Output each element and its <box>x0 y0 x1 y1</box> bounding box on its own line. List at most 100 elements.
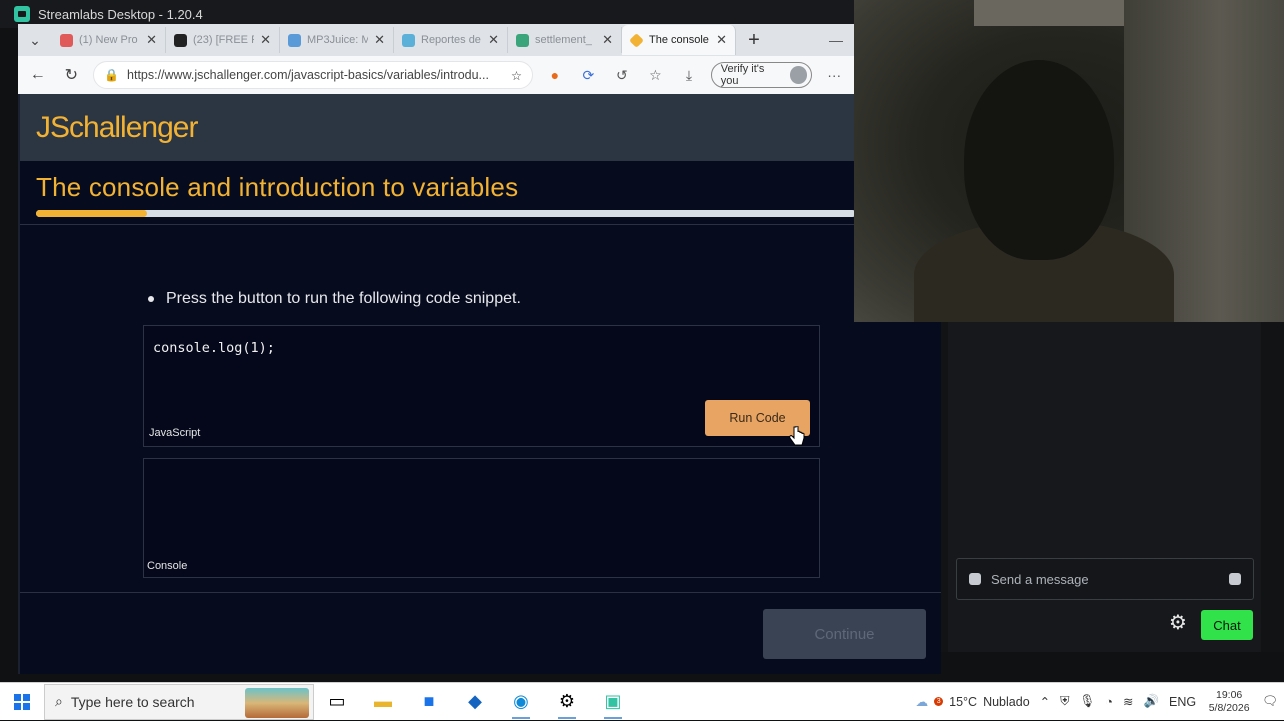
wifi-icon[interactable]: ≋ <box>1123 694 1133 709</box>
console-label: Console <box>147 560 188 572</box>
shield-icon <box>969 573 981 585</box>
verify-label: Verify it's you <box>720 63 765 87</box>
security-icon[interactable]: ⛨ <box>1060 694 1069 709</box>
window-edge <box>0 674 1284 682</box>
code-language-label: JavaScript <box>149 427 201 439</box>
divider <box>20 592 941 593</box>
profile-verify-button[interactable]: Verify it's you <box>710 62 813 88</box>
emote-icon[interactable] <box>1229 573 1241 585</box>
close-icon[interactable]: ✕ <box>260 32 271 48</box>
console-output: Console <box>143 458 820 578</box>
instruction-item: Press the button to run the following co… <box>148 290 521 308</box>
close-icon[interactable]: ✕ <box>146 32 157 48</box>
app-title: Streamlabs Desktop - 1.20.4 <box>38 6 203 22</box>
close-icon[interactable]: ✕ <box>374 32 385 48</box>
notifications-icon[interactable]: 🗨 <box>1262 694 1278 709</box>
new-tab-button[interactable]: + <box>736 29 772 52</box>
search-placeholder: Type here to search <box>70 693 195 710</box>
chat-placeholder: Send a message <box>991 571 1089 587</box>
site-header: JSchallenger <box>20 94 856 161</box>
settings-gear-icon[interactable]: ⚙ <box>544 683 590 721</box>
browser-tab[interactable]: MP3Juice: M ✕ <box>280 27 394 53</box>
close-icon[interactable]: ✕ <box>488 32 499 48</box>
tab-favicon-icon <box>402 33 415 47</box>
avatar <box>789 66 808 84</box>
windows-start-button[interactable] <box>0 693 44 710</box>
tab-label: (23) [FREE F <box>193 34 255 46</box>
extension-icon[interactable]: ● <box>543 67 567 83</box>
streamlabs-app-icon[interactable]: ▣ <box>590 683 636 721</box>
tab-favicon-icon <box>174 33 187 47</box>
browser-tab[interactable]: Reportes de ✕ <box>394 27 508 53</box>
site-logo[interactable]: JSchallenger <box>36 111 198 145</box>
clock-date: 5/8/2026 <box>1208 701 1250 714</box>
chat-dock: Send a message ⚙ Chat <box>941 322 1284 652</box>
tab-label: The console <box>649 34 709 46</box>
code-snippet[interactable]: console.log(1); <box>153 340 275 356</box>
refresh-page-icon[interactable]: ↺ <box>610 67 634 84</box>
taskbar-search[interactable]: ⌕ Type here to search <box>44 683 314 720</box>
microphone-icon[interactable]: 🎙 <box>1080 694 1096 709</box>
tab-label: (1) New Pro <box>79 34 138 46</box>
bullet-icon <box>148 296 154 302</box>
downloads-icon[interactable]: ⤓ <box>677 67 701 84</box>
browser-tab[interactable]: settlement_ ✕ <box>508 27 622 53</box>
more-menu-icon[interactable]: ··· <box>822 67 846 83</box>
back-arrow-icon[interactable]: ← <box>26 66 50 84</box>
system-tray: ☁ 3 15°C Nublado ⌃ ⛨ 🎙 ◔ ≋ 🔊 ENG 19:06 5… <box>916 689 1284 715</box>
chat-message-input[interactable]: Send a message <box>956 558 1254 600</box>
page-title: The console and introduction to variable… <box>36 172 519 202</box>
streamlabs-logo-icon <box>14 6 30 22</box>
edge-browser-icon[interactable]: ◉ <box>498 683 544 721</box>
browser-toolbar: ← ↻ 🔒 https://www.jschallenger.com/javas… <box>18 56 854 94</box>
weather-badge: 3 <box>934 697 944 706</box>
tab-label: settlement_ <box>535 34 592 46</box>
favorites-icon[interactable]: ☆ <box>644 67 668 84</box>
refresh-icon[interactable]: ↻ <box>60 65 84 85</box>
progress-bar <box>36 210 856 217</box>
close-icon[interactable]: ✕ <box>716 32 727 48</box>
weather-widget[interactable]: ☁ 3 15°C Nublado <box>916 694 1030 710</box>
search-icon: ⌕ <box>55 693 63 709</box>
tab-label: MP3Juice: M <box>307 34 369 46</box>
taskbar: ⌕ Type here to search ▭ ▬ ■ ◆ ◉ ⚙ ▣ ☁ 3 … <box>0 682 1284 720</box>
favorite-star-icon[interactable]: ☆ <box>511 68 522 83</box>
code-editor[interactable]: console.log(1); JavaScript Run Code <box>143 325 820 447</box>
outlook-icon[interactable]: ◆ <box>452 683 498 721</box>
browser-tab[interactable]: (1) New Pro ✕ <box>52 27 166 53</box>
file-explorer-icon[interactable]: ▬ <box>360 683 406 721</box>
browser-tab[interactable]: (23) [FREE F ✕ <box>166 27 280 53</box>
volume-icon[interactable]: 🔊 <box>1143 694 1159 709</box>
task-view-icon[interactable]: ▭ <box>314 683 360 721</box>
continue-button[interactable]: Continue <box>763 609 926 659</box>
tab-favicon-icon <box>288 33 301 47</box>
divider <box>20 224 941 225</box>
windows-logo-icon <box>14 693 30 710</box>
url-text: https://www.jschallenger.com/javascript-… <box>127 68 489 82</box>
tab-actions-chevron-icon[interactable]: ⌄ <box>18 32 52 49</box>
lock-icon: 🔒 <box>104 68 120 82</box>
weather-condition: Nublado <box>983 694 1030 709</box>
temperature: 15°C <box>949 694 978 709</box>
web-page: JSchallenger The console and introductio… <box>18 94 941 674</box>
browser-tab-bar: ⌄ (1) New Pro ✕ (23) [FREE F ✕ MP3Juice:… <box>18 24 854 56</box>
chevron-up-icon[interactable]: ⌃ <box>1040 694 1050 709</box>
chat-send-button[interactable]: Chat <box>1201 610 1253 640</box>
close-icon[interactable]: ✕ <box>602 32 613 48</box>
collections-icon[interactable]: ⟳ <box>577 67 601 84</box>
clock[interactable]: 19:06 5/8/2026 <box>1206 689 1252 715</box>
language-indicator[interactable]: ENG <box>1169 695 1196 709</box>
minimize-button[interactable]: — <box>818 32 854 48</box>
address-bar[interactable]: 🔒 https://www.jschallenger.com/javascrip… <box>93 61 534 89</box>
store-icon[interactable]: ■ <box>406 683 452 721</box>
network-icon[interactable]: ◔ <box>1105 695 1113 709</box>
webcam-feed <box>854 0 1284 322</box>
tab-favicon-icon <box>60 33 73 47</box>
clock-time: 19:06 <box>1215 688 1243 701</box>
tab-label: Reportes de <box>421 34 481 46</box>
browser-tab-active[interactable]: The console ✕ <box>622 25 736 55</box>
chat-panel <box>948 322 1261 652</box>
hand-cursor-icon <box>789 426 805 446</box>
search-highlight-image <box>245 687 309 718</box>
gear-icon[interactable]: ⚙ <box>1167 612 1189 634</box>
